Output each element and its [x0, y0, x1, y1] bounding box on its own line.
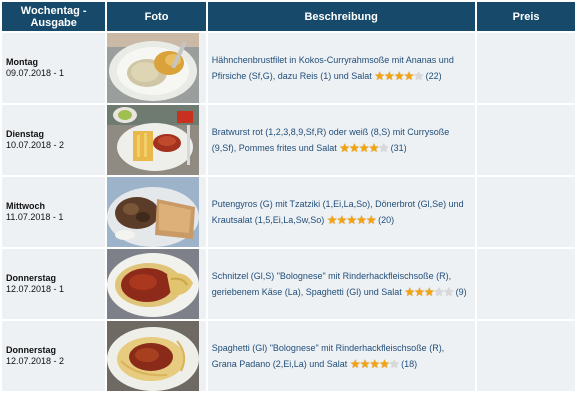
photo-cell[interactable]	[107, 33, 206, 103]
description-cell: Bratwurst rot (1,2,3,8,9,Sf,R) oder weiß…	[207, 105, 475, 175]
description-cell: Putengyros (G) mit Tzatziki (1,Ei,La,So)…	[207, 177, 475, 247]
price-cell	[476, 249, 575, 319]
rating-count: (18)	[401, 359, 418, 369]
day-cell: Donnerstag 12.07.2018 - 1	[2, 249, 106, 319]
star-icon[interactable]: ★	[350, 357, 361, 371]
day-cell: Dienstag 10.07.2018 - 2	[2, 105, 106, 175]
star-icon[interactable]: ★	[359, 141, 370, 155]
star-icon[interactable]: ★	[356, 213, 367, 227]
star-icon[interactable]: ★	[369, 357, 380, 371]
rating-stars[interactable]: ★★★★★	[374, 68, 424, 84]
price-cell	[476, 321, 575, 391]
rating-count: (9)	[455, 287, 467, 297]
meal-description: Bratwurst rot (1,2,3,8,9,Sf,R) oder weiß…	[211, 127, 450, 153]
header-price[interactable]: Preis	[476, 2, 575, 31]
star-icon[interactable]: ★	[404, 285, 415, 299]
curry-rice-photo[interactable]	[107, 33, 200, 103]
star-icon[interactable]: ★	[394, 69, 405, 83]
header-photo[interactable]: Foto	[107, 2, 206, 31]
day-cell: Mittwoch 11.07.2018 - 1	[2, 177, 106, 247]
star-icon[interactable]: ★	[384, 69, 395, 83]
photo-cell[interactable]	[107, 177, 206, 247]
star-icon[interactable]: ★	[379, 357, 390, 371]
day-name: Mittwoch	[6, 201, 45, 211]
menu-table: Wochentag - Ausgabe Foto Beschreibung Pr…	[0, 0, 577, 393]
photo-cell[interactable]	[107, 249, 206, 319]
spaghetti-bolognese-photo[interactable]	[107, 321, 200, 391]
star-icon[interactable]: ★	[349, 141, 360, 155]
day-date: 10.07.2018 - 2	[6, 140, 65, 150]
star-icon[interactable]: ★	[414, 285, 425, 299]
rating-stars[interactable]: ★★★★★	[327, 212, 377, 228]
day-date: 12.07.2018 - 1	[6, 284, 65, 294]
rating-stars[interactable]: ★★★★★	[404, 284, 454, 300]
star-icon[interactable]: ★	[327, 213, 338, 227]
description-cell: Spaghetti (Gl) "Bolognese" mit Rinderhac…	[207, 321, 475, 391]
star-icon[interactable]: ★	[339, 141, 350, 155]
star-empty-icon[interactable]: ★	[443, 285, 454, 299]
star-icon[interactable]: ★	[424, 285, 435, 299]
day-date: 09.07.2018 - 1	[6, 68, 65, 78]
day-cell: Montag 09.07.2018 - 1	[2, 33, 106, 103]
star-empty-icon[interactable]: ★	[389, 357, 400, 371]
description-cell: Hähnchenbrustfilet in Kokos-Curryrahmsoß…	[207, 33, 475, 103]
star-empty-icon[interactable]: ★	[413, 69, 424, 83]
star-icon[interactable]: ★	[360, 357, 371, 371]
bratwurst-fries-photo[interactable]	[107, 105, 200, 175]
day-name: Donnerstag	[6, 345, 57, 355]
day-date: 12.07.2018 - 2	[6, 356, 65, 366]
day-name: Dienstag	[6, 129, 45, 139]
rating-count: (22)	[425, 71, 442, 81]
table-row: Donnerstag 12.07.2018 - 2 Spaghetti (Gl)…	[2, 321, 575, 391]
star-icon[interactable]: ★	[337, 213, 348, 227]
price-cell	[476, 105, 575, 175]
schnitzel-bolognese-photo[interactable]	[107, 249, 200, 319]
day-cell: Donnerstag 12.07.2018 - 2	[2, 321, 106, 391]
table-row: Montag 09.07.2018 - 1 Hähnchenbrustfilet…	[2, 33, 575, 103]
star-icon[interactable]: ★	[374, 69, 385, 83]
table-row: Donnerstag 12.07.2018 - 1 Schnitzel (Gl,…	[2, 249, 575, 319]
rating-stars[interactable]: ★★★★★	[350, 356, 400, 372]
table-row: Dienstag 10.07.2018 - 2 Bratwurst rot (1…	[2, 105, 575, 175]
header-description[interactable]: Beschreibung	[207, 2, 475, 31]
table-header-row: Wochentag - Ausgabe Foto Beschreibung Pr…	[2, 2, 575, 31]
rating-count: (31)	[390, 143, 407, 153]
star-empty-icon[interactable]: ★	[434, 285, 445, 299]
header-day[interactable]: Wochentag - Ausgabe	[2, 2, 106, 31]
price-cell	[476, 33, 575, 103]
star-icon[interactable]: ★	[369, 141, 380, 155]
star-empty-icon[interactable]: ★	[378, 141, 389, 155]
day-name: Donnerstag	[6, 273, 57, 283]
rating-stars[interactable]: ★★★★★	[339, 140, 389, 156]
star-icon[interactable]: ★	[346, 213, 357, 227]
gyros-bread-photo[interactable]	[107, 177, 200, 247]
table-row: Mittwoch 11.07.2018 - 1 Putengyros (G) m…	[2, 177, 575, 247]
description-cell: Schnitzel (Gl,S) "Bolognese" mit Rinderh…	[207, 249, 475, 319]
price-cell	[476, 177, 575, 247]
day-date: 11.07.2018 - 1	[6, 212, 64, 222]
photo-cell[interactable]	[107, 105, 206, 175]
photo-cell[interactable]	[107, 321, 206, 391]
star-icon[interactable]: ★	[366, 213, 377, 227]
star-icon[interactable]: ★	[404, 69, 415, 83]
rating-count: (20)	[378, 215, 395, 225]
day-name: Montag	[6, 57, 38, 67]
